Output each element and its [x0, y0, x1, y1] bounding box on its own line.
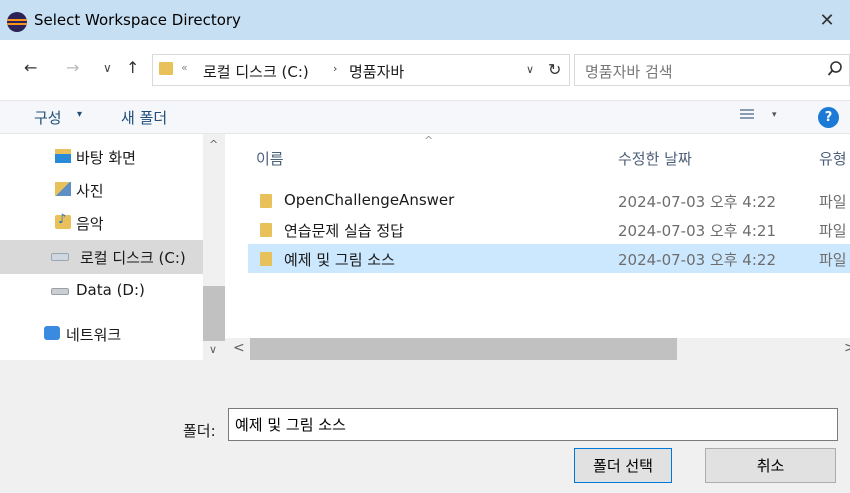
up-arrow-icon[interactable]: ↑	[126, 58, 139, 77]
select-folder-button[interactable]: 폴더 선택	[574, 448, 672, 483]
breadcrumb-overflow-icon[interactable]: «	[181, 61, 188, 74]
search-icon[interactable]	[827, 59, 843, 83]
sort-ascending-icon: ^	[424, 134, 434, 147]
refresh-icon[interactable]: ↻	[548, 60, 561, 79]
column-header-type[interactable]: 유형	[819, 148, 847, 169]
help-icon[interactable]: ?	[818, 107, 839, 128]
file-date: 2024-07-03 오후 4:22	[618, 193, 776, 211]
scrollbar-thumb[interactable]	[250, 338, 677, 360]
address-dropdown-chevron-icon[interactable]: ∨	[526, 63, 534, 76]
scroll-right-icon[interactable]: >	[844, 340, 850, 356]
close-icon[interactable]: ✕	[804, 0, 850, 40]
navigation-scrollbar[interactable]: ^ ∨	[203, 134, 225, 360]
folder-icon	[260, 223, 272, 237]
file-type: 파일	[819, 251, 847, 269]
sidebar-item-label: 로컬 디스크 (C:)	[80, 249, 186, 267]
folder-icon	[159, 62, 173, 75]
column-header-name[interactable]: 이름	[256, 148, 284, 169]
file-type: 파일	[819, 193, 847, 211]
horizontal-scrollbar[interactable]: < >	[225, 338, 850, 360]
cancel-button[interactable]: 취소	[705, 448, 836, 483]
desktop-folder-icon	[55, 149, 71, 163]
file-date: 2024-07-03 오후 4:21	[618, 222, 776, 240]
scroll-down-icon[interactable]: ∨	[209, 343, 217, 356]
sidebar-item-pictures[interactable]: 사진	[0, 173, 203, 207]
file-name: OpenChallengeAnswer	[284, 191, 455, 209]
forward-arrow-icon[interactable]: →	[66, 58, 79, 77]
view-options-icon[interactable]	[740, 109, 754, 123]
network-icon	[44, 326, 60, 340]
organize-button[interactable]: 구성	[34, 107, 62, 128]
file-list: ^ 이름 수정한 날짜 유형 OpenChallengeAnswer 2024-…	[225, 134, 850, 338]
view-dropdown-chevron-icon[interactable]: ▾	[772, 110, 777, 120]
column-header-date[interactable]: 수정한 날짜	[618, 148, 692, 169]
sidebar-item-label: 사진	[76, 182, 104, 200]
pictures-folder-icon	[55, 182, 71, 196]
sidebar-item-music[interactable]: 음악	[0, 206, 203, 240]
recent-locations-chevron-icon[interactable]: ∨	[103, 61, 112, 75]
file-type: 파일	[819, 222, 847, 240]
search-placeholder: 명품자바 검색	[585, 63, 673, 81]
command-toolbar: 구성 ▾ 새 폴더 ▾ ?	[0, 100, 850, 134]
sidebar-item-label: 네트워크	[66, 326, 122, 344]
navigation-row: ← → ∨ ↑ « 로컬 디스크 (C:) › 명품자바 ∨ ↻ 명품자바 검색	[0, 48, 850, 92]
search-input[interactable]: 명품자바 검색	[574, 54, 850, 86]
title-bar: Select Workspace Directory ✕	[0, 0, 850, 40]
dialog-footer: 폴더: 폴더 선택 취소	[0, 360, 850, 493]
sidebar-item-label: 음악	[76, 215, 104, 233]
local-disk-icon	[51, 253, 69, 261]
back-arrow-icon[interactable]: ←	[24, 58, 37, 77]
table-row[interactable]: 예제 및 그림 소스 2024-07-03 오후 4:22 파일	[248, 244, 850, 273]
folder-name-input[interactable]	[228, 408, 838, 441]
breadcrumb-local-disk[interactable]: 로컬 디스크 (C:)	[203, 61, 309, 82]
drive-icon	[51, 288, 69, 295]
sidebar-item-local-disk[interactable]: 로컬 디스크 (C:)	[0, 240, 203, 274]
sidebar-item-desktop[interactable]: 바탕 화면	[0, 140, 203, 174]
eclipse-app-icon	[7, 12, 27, 32]
file-name: 연습문제 실습 정답	[284, 222, 404, 240]
table-row[interactable]: OpenChallengeAnswer 2024-07-03 오후 4:22 파…	[248, 186, 850, 215]
chevron-right-icon[interactable]: ›	[333, 62, 337, 75]
scroll-up-icon[interactable]: ^	[209, 138, 218, 151]
file-name: 예제 및 그림 소스	[284, 251, 395, 269]
navigation-pane: 바탕 화면 사진 음악 로컬 디스크 (C:) Data (D:) 네트워크	[0, 134, 203, 360]
address-bar[interactable]: « 로컬 디스크 (C:) › 명품자바 ∨ ↻	[152, 54, 570, 86]
chevron-down-icon[interactable]: ▾	[77, 109, 82, 120]
music-folder-icon	[55, 212, 71, 229]
sidebar-item-label: 바탕 화면	[76, 149, 136, 167]
sidebar-item-label: Data (D:)	[76, 281, 145, 299]
table-row[interactable]: 연습문제 실습 정답 2024-07-03 오후 4:21 파일	[248, 215, 850, 244]
file-date: 2024-07-03 오후 4:22	[618, 251, 776, 269]
folder-icon	[260, 252, 272, 266]
folder-icon	[260, 194, 272, 208]
scroll-left-icon[interactable]: <	[233, 340, 245, 356]
scrollbar-thumb[interactable]	[203, 286, 225, 341]
new-folder-button[interactable]: 새 폴더	[121, 107, 167, 128]
folder-field-label: 폴더:	[183, 422, 216, 440]
window-title: Select Workspace Directory	[34, 11, 241, 29]
sidebar-item-network[interactable]: 네트워크	[0, 317, 203, 351]
sidebar-item-data-drive[interactable]: Data (D:)	[0, 274, 203, 308]
breadcrumb-current-folder[interactable]: 명품자바	[349, 61, 404, 82]
